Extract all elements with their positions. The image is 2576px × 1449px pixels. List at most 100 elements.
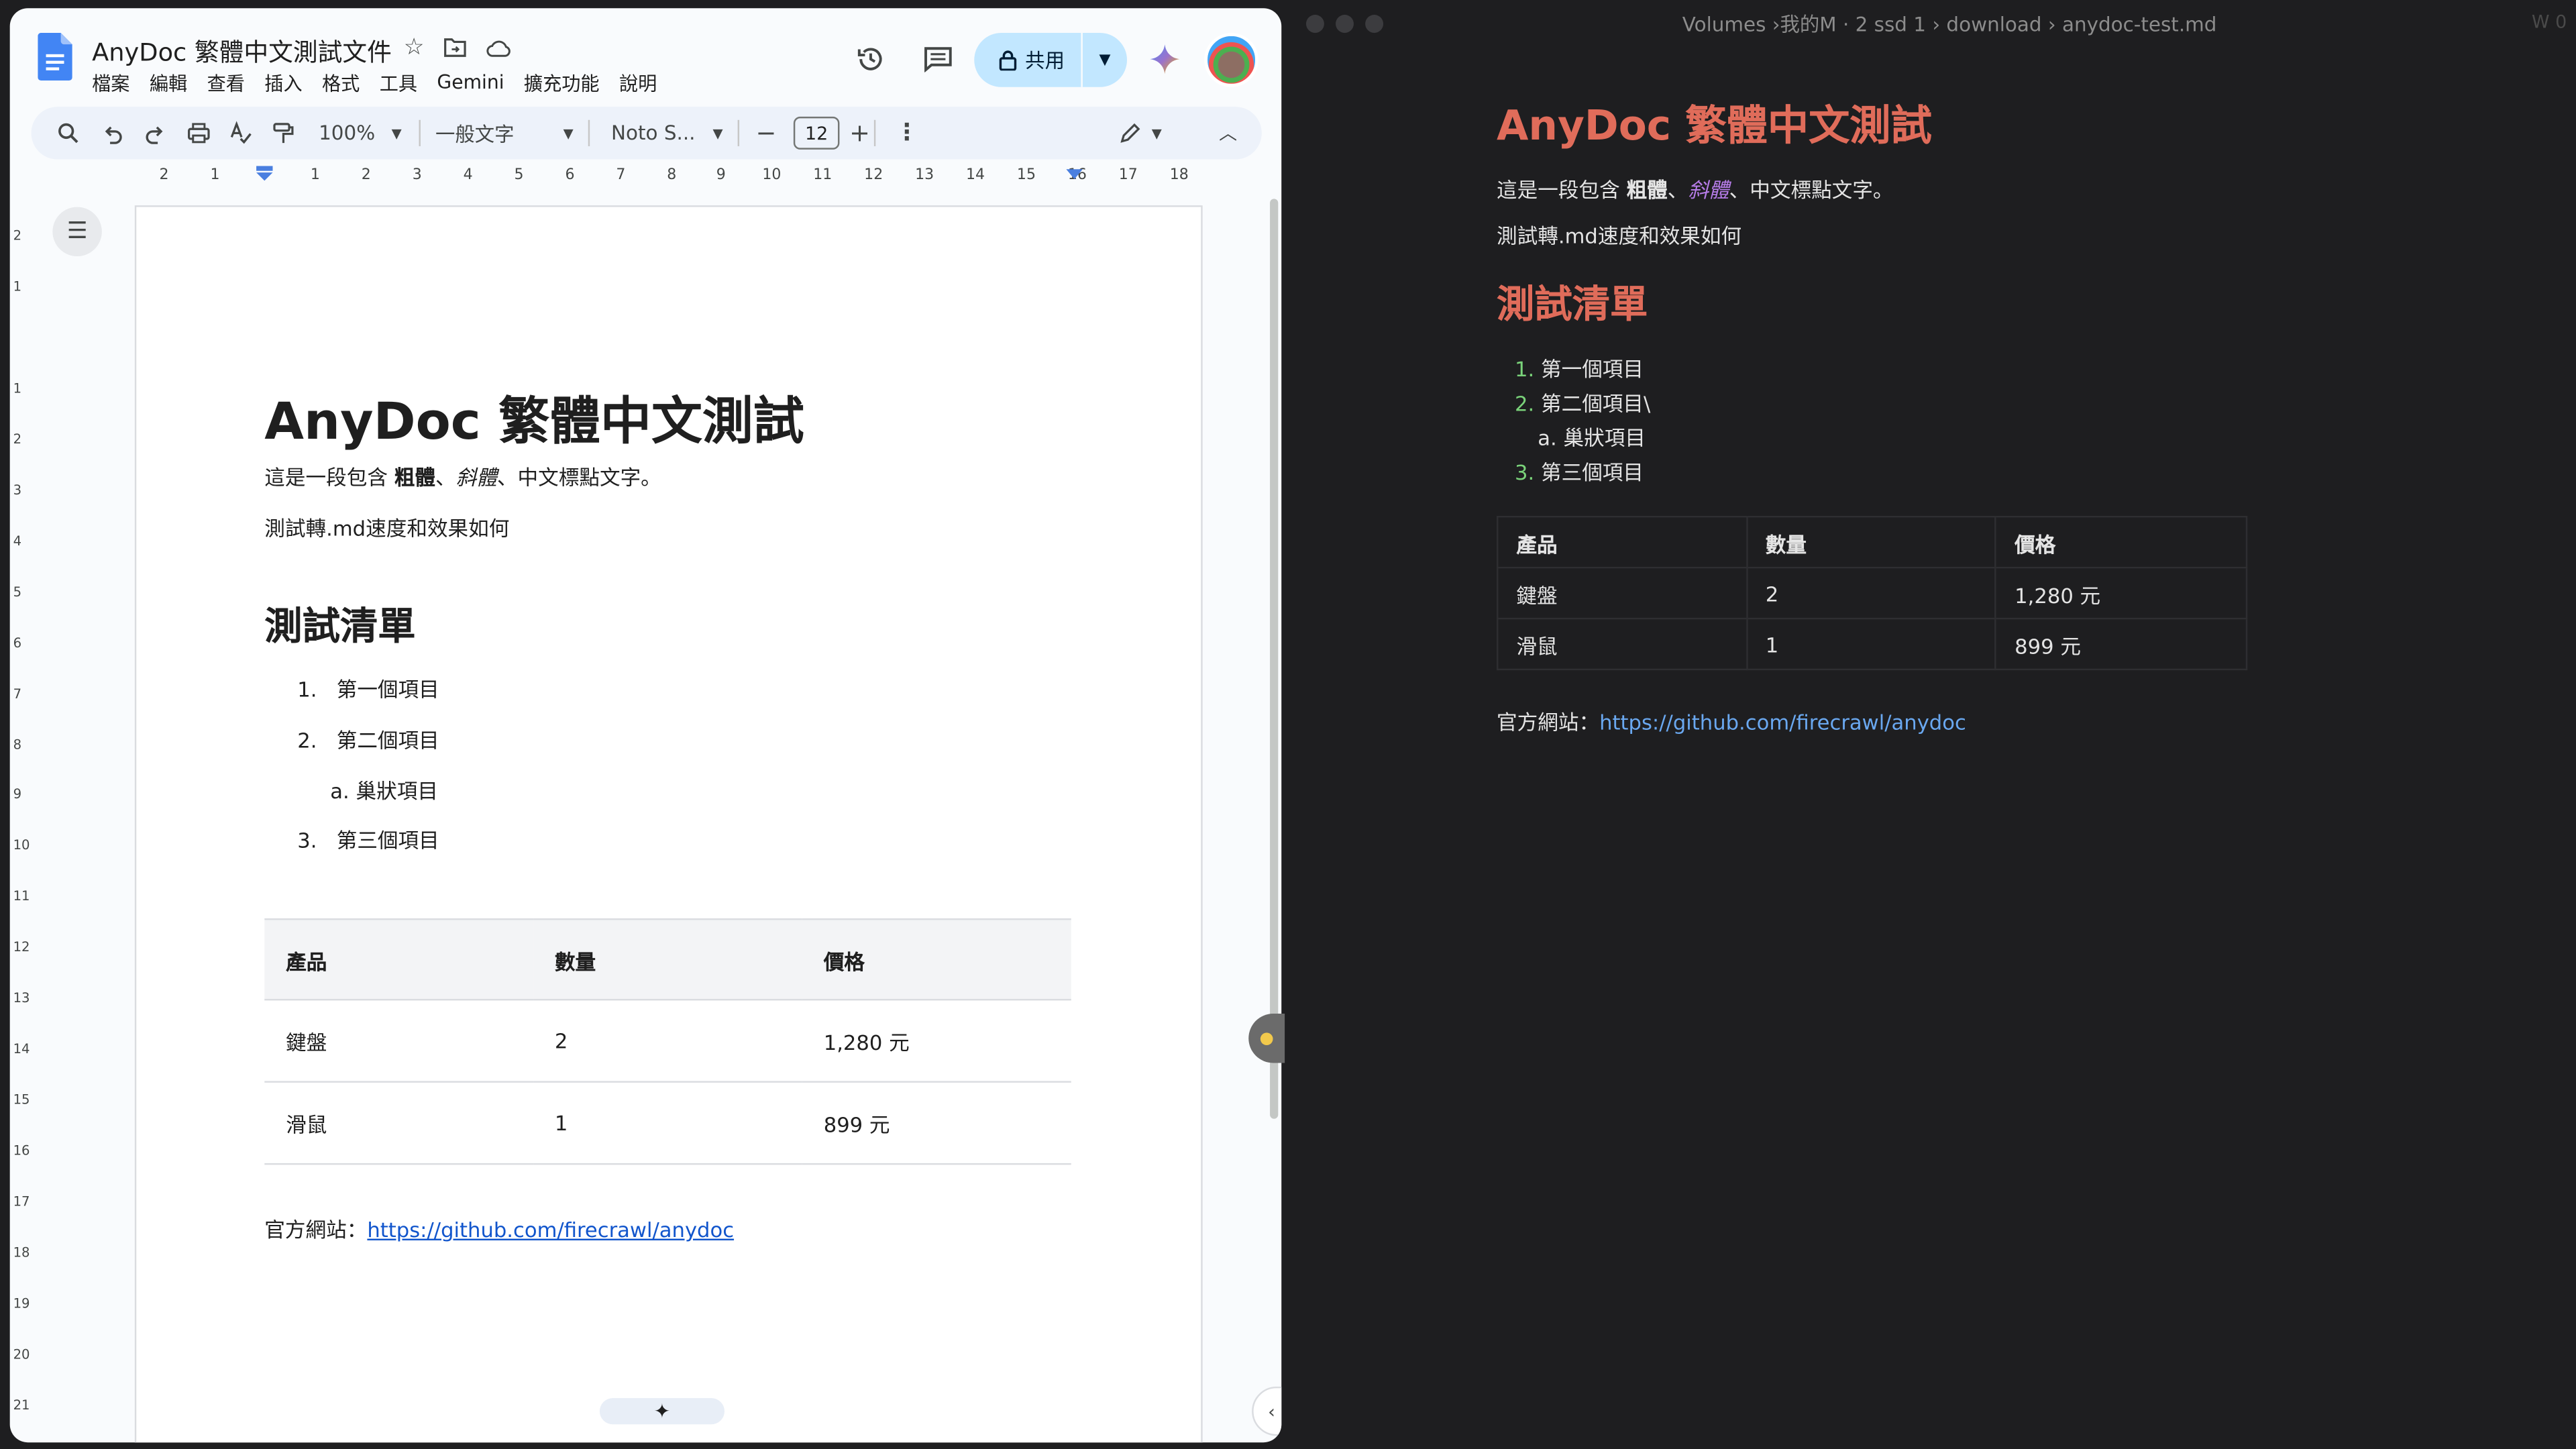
redo-icon[interactable] xyxy=(145,107,166,159)
menu-gemini[interactable]: Gemini xyxy=(437,70,504,97)
menu-format[interactable]: 格式 xyxy=(322,70,360,97)
left-indent-marker[interactable] xyxy=(256,166,273,182)
screen: AnyDoc 繁體中文測試文件 ☆ 檔案 編輯 查看 插入 格式 工具 Gemi… xyxy=(0,0,2576,1449)
docs-logo-icon[interactable] xyxy=(38,32,72,81)
site-label: 官方網站： xyxy=(264,1217,368,1242)
md-list-item: 1. 第一個項目 xyxy=(1515,352,1644,383)
table-cell[interactable]: 滑鼠 xyxy=(264,1081,534,1165)
ruler-mark: 17 xyxy=(1118,167,1138,184)
menu-insert[interactable]: 插入 xyxy=(264,70,302,97)
user-avatar[interactable] xyxy=(1204,32,1258,87)
table-cell[interactable]: 1,280 元 xyxy=(802,1000,1071,1083)
document-page[interactable]: AnyDoc 繁體中文測試 這是一段包含 粗體、斜體、中文標點文字。 測試轉.m… xyxy=(134,205,1203,1443)
window-controls xyxy=(1305,15,1384,33)
markdown-preview-window: Volumes ›我的M · 2 ssd 1 › download › anyd… xyxy=(1291,0,2576,1449)
minimize-window-button[interactable] xyxy=(1336,15,1354,33)
vertical-ruler[interactable]: 2 1 1 2 3 4 5 6 7 8 9 10 11 12 13 14 15 … xyxy=(10,193,33,1441)
font-size-input[interactable]: 12 xyxy=(793,116,840,150)
ruler-mark: 10 xyxy=(13,837,30,853)
ruler-mark: 9 xyxy=(716,167,726,184)
menu-help[interactable]: 說明 xyxy=(619,70,657,97)
list-number: 2. xyxy=(297,727,317,753)
outline-icon[interactable]: ☰ xyxy=(52,207,102,257)
gemini-icon[interactable] xyxy=(1150,44,1180,74)
undo-icon[interactable] xyxy=(102,107,123,159)
md-list-item: 2. 第二個項目\ xyxy=(1515,386,1650,418)
menu-tools[interactable]: 工具 xyxy=(380,70,417,97)
vertical-scrollbar[interactable] xyxy=(1270,199,1279,1119)
edit-pencil-icon xyxy=(1120,123,1140,143)
table-cell[interactable]: 899 元 xyxy=(802,1081,1071,1165)
horizontal-ruler[interactable]: 2 1 1 2 3 4 5 6 7 8 9 10 11 12 13 14 15 … xyxy=(135,164,1269,191)
table-row: 滑鼠 1 899 元 xyxy=(1497,617,2248,671)
formatting-toolbar: 100% ▼ 一般文字 ▼ Noto S... ▼ − 12 + ⋮ ▼ ︿ xyxy=(31,107,1262,160)
table-header-cell[interactable]: 數量 xyxy=(533,918,802,1001)
maximize-window-button[interactable] xyxy=(1365,15,1384,33)
editing-mode-select[interactable]: ▼ xyxy=(1120,107,1162,159)
ruler-mark: 7 xyxy=(13,686,22,702)
move-folder-icon[interactable] xyxy=(443,38,466,57)
menu-extensions[interactable]: 擴充功能 xyxy=(524,70,600,97)
more-vert-icon[interactable]: ⋮ xyxy=(896,107,918,159)
doc-table[interactable]: 產品 數量 價格 鍵盤 2 1,280 元 滑鼠 1 899 元 xyxy=(264,918,1071,1165)
share-button[interactable]: 共用 ▼ xyxy=(974,32,1128,87)
table-cell[interactable]: 1 xyxy=(533,1081,802,1165)
menu-edit[interactable]: 編輯 xyxy=(150,70,187,97)
ruler-mark: 4 xyxy=(13,533,22,549)
lock-icon xyxy=(999,50,1017,71)
italic-text: 斜體 xyxy=(455,465,497,490)
dropdown-icon[interactable]: ▼ xyxy=(1083,52,1127,68)
comment-icon[interactable] xyxy=(923,46,953,72)
plus-icon[interactable]: + xyxy=(849,107,870,159)
collapse-icon[interactable]: ︿ xyxy=(1219,107,1237,159)
list-item: 1. 第一個項目 xyxy=(297,672,439,704)
ruler-mark: 12 xyxy=(864,167,883,184)
cloud-saved-icon[interactable] xyxy=(486,40,511,58)
table-cell[interactable]: 鍵盤 xyxy=(264,1000,534,1083)
ruler-mark: 2 xyxy=(13,432,22,447)
site-link[interactable]: https://github.com/firecrawl/anydoc xyxy=(1599,710,1966,735)
ruler-mark: 15 xyxy=(1016,167,1036,184)
table-row: 滑鼠 1 899 元 xyxy=(264,1081,1071,1165)
paint-format-icon[interactable] xyxy=(273,107,294,159)
md-list-item: a. 巢狀項目 xyxy=(1538,421,1646,452)
minus-icon[interactable]: − xyxy=(756,107,777,159)
menu-view[interactable]: 查看 xyxy=(207,70,245,97)
search-icon[interactable] xyxy=(58,107,79,159)
mode-dropdown-icon: ▼ xyxy=(1151,125,1162,141)
table-cell[interactable]: 2 xyxy=(533,1000,802,1083)
table-row: 鍵盤 2 1,280 元 xyxy=(1497,566,2248,620)
star-icon[interactable]: ☆ xyxy=(401,34,427,60)
style-dropdown-icon: ▼ xyxy=(563,125,574,141)
sparkle-icon[interactable]: ✦ xyxy=(599,1398,725,1425)
table-header-cell[interactable]: 產品 xyxy=(264,918,534,1001)
site-link[interactable]: https://github.com/firecrawl/anydoc xyxy=(367,1218,734,1242)
list-item: 3. 第三個項目 xyxy=(297,823,439,855)
paragraph-style-select[interactable]: 一般文字 ▼ xyxy=(435,107,574,159)
ruler-mark: 3 xyxy=(412,167,422,184)
menu-file[interactable]: 檔案 xyxy=(92,70,129,97)
ruler-mark: 17 xyxy=(13,1194,30,1210)
zoom-value: 100% xyxy=(319,121,376,145)
share-label: 共用 xyxy=(1025,49,1065,72)
ruler-mark: 8 xyxy=(13,737,22,753)
table-cell: 2 xyxy=(1746,566,1997,620)
table-cell: 1,280 元 xyxy=(1994,566,2248,620)
ruler-mark: 8 xyxy=(667,167,677,184)
zoom-select[interactable]: 100% ▼ xyxy=(319,107,402,159)
right-indent-marker[interactable] xyxy=(1066,166,1083,182)
history-icon[interactable] xyxy=(856,44,885,74)
ruler-mark: 12 xyxy=(13,939,30,955)
spellcheck-icon[interactable] xyxy=(230,107,252,159)
chevron-left-icon[interactable]: ‹ xyxy=(1252,1386,1282,1436)
doc-site-line: 官方網站：https://github.com/firecrawl/anydoc xyxy=(264,1212,734,1244)
ruler-mark: 1 xyxy=(13,279,22,294)
print-icon[interactable] xyxy=(187,107,210,159)
table-header-cell[interactable]: 價格 xyxy=(802,918,1071,1001)
table-header-cell: 產品 xyxy=(1497,515,1748,569)
close-window-button[interactable] xyxy=(1305,15,1324,33)
font-select[interactable]: Noto S... ▼ xyxy=(611,107,723,159)
table-cell: 鍵盤 xyxy=(1497,566,1748,620)
text-suffix: 、中文標點文字。 xyxy=(496,465,661,490)
document-title[interactable]: AnyDoc 繁體中文測試文件 xyxy=(92,34,392,68)
